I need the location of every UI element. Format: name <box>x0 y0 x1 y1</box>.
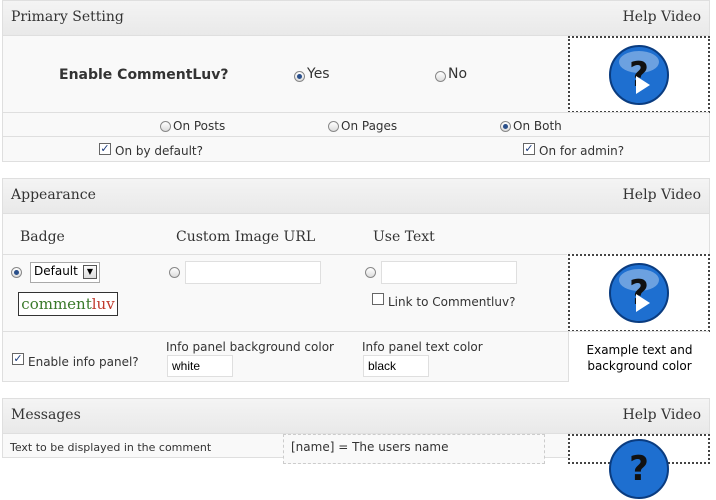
primary-setting-header: Primary Setting Help Video <box>3 1 709 36</box>
primary-divider-2 <box>3 136 709 137</box>
custom-image-radio[interactable] <box>169 267 180 278</box>
on-both-radio[interactable] <box>500 121 511 132</box>
on-posts-radio[interactable] <box>160 121 171 132</box>
text-color-label: Info panel text color <box>362 340 483 354</box>
on-pages-label: On Pages <box>341 119 398 133</box>
chevron-down-icon[interactable]: ▼ <box>83 265 97 279</box>
messages-help-video-label: Help Video <box>622 407 701 423</box>
messages-header: Messages Help Video <box>3 399 709 434</box>
enable-info-panel-checkbox[interactable]: ✓ <box>12 353 24 365</box>
primary-setting-title: Primary Setting <box>11 9 124 25</box>
bg-color-label: Info panel background color <box>166 340 334 354</box>
on-by-default-checkbox[interactable]: ✓ <box>99 143 111 155</box>
enable-yes-radio[interactable] <box>294 71 305 82</box>
on-both-label: On Both <box>513 119 562 133</box>
on-pages-radio[interactable] <box>328 121 339 132</box>
badge-select-value: Default <box>34 264 78 278</box>
link-to-commentluv-checkbox[interactable] <box>372 293 384 305</box>
appearance-title: Appearance <box>11 187 96 203</box>
enable-no-radio[interactable] <box>435 71 446 82</box>
use-text-heading: Use Text <box>373 229 435 245</box>
on-for-admin-checkbox[interactable]: ✓ <box>523 143 535 155</box>
use-text-input[interactable] <box>381 261 517 284</box>
primary-setting-panel: Primary Setting Help Video Enable Commen… <box>2 0 710 162</box>
badge-column-heading: Badge <box>20 229 65 245</box>
comment-text-label: Text to be displayed in the comment <box>10 441 212 454</box>
messages-title: Messages <box>11 407 81 423</box>
on-for-admin-label: On for admin? <box>539 144 625 158</box>
help-video-icon: ? <box>609 439 669 499</box>
bg-color-input[interactable] <box>167 355 233 377</box>
placeholder-hints-box: [name] = The users name <box>283 434 545 464</box>
help-video-icon: ? <box>609 263 669 323</box>
appearance-header: Appearance Help Video <box>3 179 709 214</box>
help-video-icon: ? <box>609 44 669 105</box>
appearance-help-video-thumbnail[interactable]: ? <box>568 254 710 332</box>
svg-text:?: ? <box>629 449 649 489</box>
badge-logo-luv: luv <box>91 295 115 313</box>
on-by-default-label: On by default? <box>115 144 203 158</box>
primary-help-video-thumbnail[interactable]: ? <box>568 36 710 113</box>
appearance-help-video-label: Help Video <box>622 187 701 203</box>
commentluv-badge-logo: commentluv <box>18 292 118 316</box>
link-to-commentluv-label: Link to Commentluv? <box>388 295 516 309</box>
enable-commentluv-label: Enable CommentLuv? <box>59 67 229 83</box>
badge-select[interactable]: Default ▼ <box>30 262 100 283</box>
on-posts-label: On Posts <box>173 119 226 133</box>
appearance-panel: Appearance Help Video Badge Custom Image… <box>2 178 710 382</box>
appearance-divider-1 <box>3 254 567 255</box>
messages-help-video-thumbnail[interactable]: ? <box>568 434 710 499</box>
enable-yes-label: Yes <box>307 66 330 82</box>
enable-no-label: No <box>448 66 468 82</box>
custom-image-url-heading: Custom Image URL <box>176 229 316 245</box>
primary-help-video-label: Help Video <box>622 9 701 25</box>
messages-panel: Messages Help Video Text to be displayed… <box>2 398 710 499</box>
badge-logo-comment: comment <box>21 295 92 313</box>
use-text-radio[interactable] <box>365 267 376 278</box>
example-info-panel: Example text and background color <box>568 332 710 382</box>
enable-info-panel-label: Enable info panel? <box>28 355 139 369</box>
custom-image-url-input[interactable] <box>185 261 321 284</box>
primary-divider-1 <box>3 112 709 113</box>
text-color-input[interactable] <box>363 355 429 377</box>
badge-radio[interactable] <box>11 267 22 278</box>
